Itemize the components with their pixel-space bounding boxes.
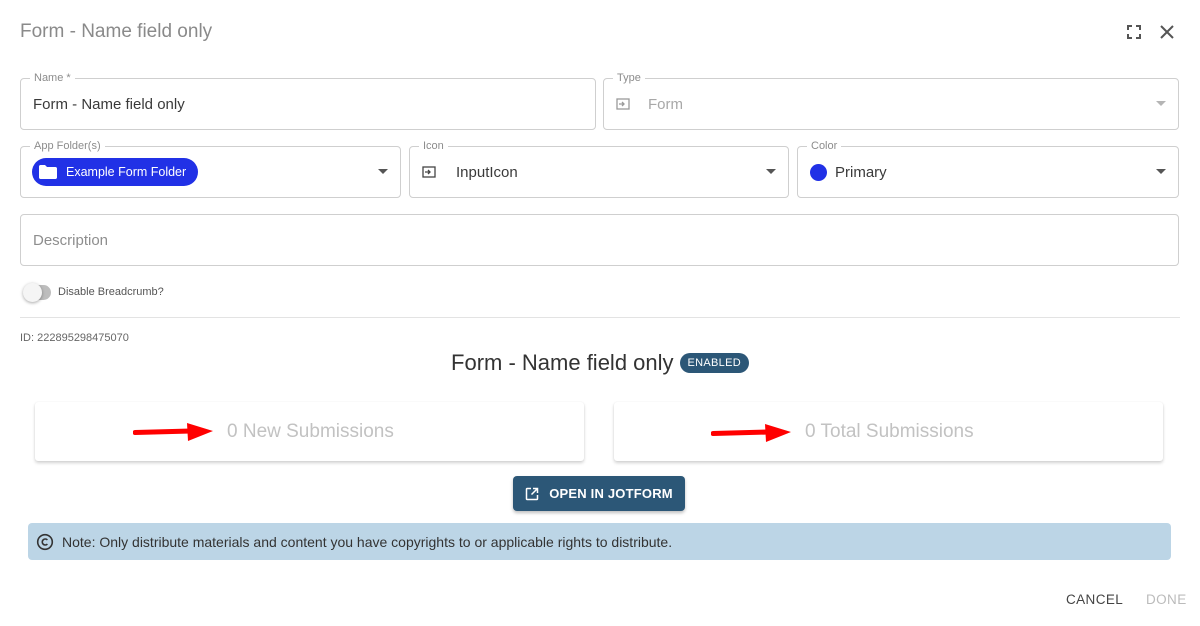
new-submissions-card: 0 New Submissions — [35, 402, 584, 461]
form-summary-name: Form - Name field only — [451, 350, 674, 375]
red-arrow-icon — [711, 424, 791, 442]
input-icon — [422, 166, 436, 178]
type-select-value: Form — [648, 95, 683, 113]
toggle-knob — [23, 283, 42, 302]
icon-select-value-wrap: InputIcon — [422, 147, 518, 197]
done-button[interactable]: DONE — [1146, 592, 1187, 607]
color-select-value-wrap: Primary — [810, 147, 887, 197]
copyright-icon — [36, 533, 54, 551]
type-select: Type Form — [603, 72, 1179, 130]
color-select[interactable]: Color Primary — [797, 140, 1179, 198]
copyright-note: Note: Only distribute materials and cont… — [28, 523, 1171, 560]
folder-icon — [38, 164, 58, 180]
description-field[interactable]: Description — [20, 214, 1179, 266]
divider — [20, 317, 1180, 318]
status-badge: ENABLED — [679, 353, 749, 373]
name-field-value[interactable]: Form - Name field only — [33, 79, 185, 129]
fullscreen-icon[interactable] — [1124, 22, 1144, 42]
name-field[interactable]: Name * Form - Name field only — [20, 72, 596, 130]
icon-select[interactable]: Icon InputIcon — [409, 140, 789, 198]
chevron-down-icon[interactable] — [1156, 169, 1166, 174]
app-folders-value-wrap: Example Form Folder — [32, 147, 199, 197]
cancel-button[interactable]: CANCEL — [1066, 592, 1123, 607]
disable-breadcrumb-label: Disable Breadcrumb? — [58, 286, 164, 298]
open-in-jotform-label: OPEN IN JOTFORM — [549, 486, 673, 501]
app-folders-select[interactable]: App Folder(s) Example Form Folder — [20, 140, 401, 198]
open-in-jotform-button[interactable]: OPEN IN JOTFORM — [513, 476, 685, 511]
red-arrow-icon — [133, 423, 213, 441]
color-select-value: Primary — [835, 163, 887, 181]
new-submissions-text: 0 New Submissions — [227, 420, 394, 442]
copyright-note-text: Note: Only distribute materials and cont… — [62, 533, 673, 550]
form-id: ID: 222895298475070 — [20, 332, 129, 344]
dialog-title: Form - Name field only — [20, 21, 213, 42]
chevron-down-icon[interactable] — [766, 169, 776, 174]
input-icon — [616, 98, 630, 110]
icon-select-value: InputIcon — [456, 163, 518, 181]
chevron-down-icon — [1156, 101, 1166, 106]
chevron-down-icon[interactable] — [378, 169, 388, 174]
description-placeholder[interactable]: Description — [33, 215, 108, 265]
form-summary-heading: Form - Name field only ENABLED — [0, 350, 1200, 376]
folder-chip[interactable]: Example Form Folder — [32, 158, 199, 186]
total-submissions-text: 0 Total Submissions — [805, 420, 974, 442]
close-icon[interactable] — [1157, 22, 1177, 42]
open-external-icon — [525, 487, 539, 501]
total-submissions-card: 0 Total Submissions — [614, 402, 1163, 461]
folder-chip-label: Example Form Folder — [66, 165, 187, 179]
type-select-value-wrap: Form — [616, 79, 683, 129]
disable-breadcrumb-toggle[interactable] — [23, 283, 51, 302]
color-swatch — [810, 163, 827, 181]
